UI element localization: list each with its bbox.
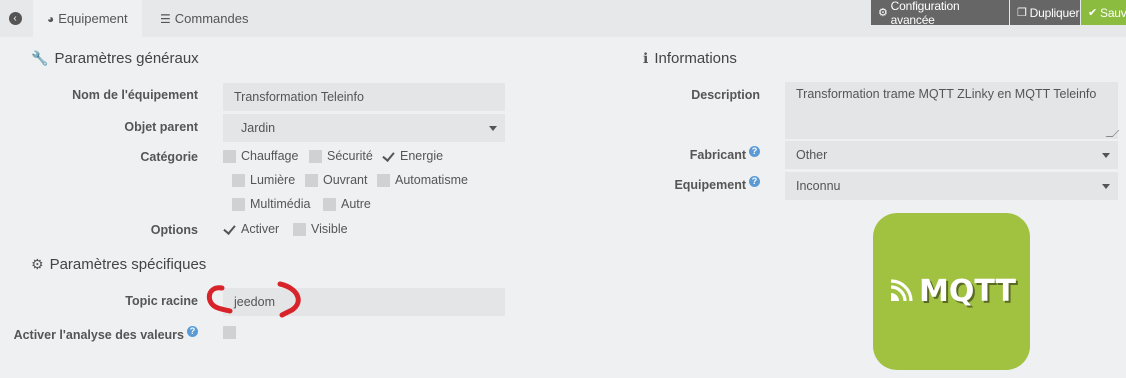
general-title-text: Paramètres généraux — [54, 50, 199, 67]
maker-select[interactable]: Other — [785, 141, 1118, 169]
specific-section-title: ⚙ Paramètres spécifiques — [31, 256, 206, 273]
checkbox[interactable] — [232, 197, 245, 211]
option-activer[interactable]: Activer — [223, 222, 279, 236]
help-icon[interactable]: ? — [749, 176, 760, 187]
description-field[interactable]: Transformation trame MQTT ZLinky en MQTT… — [785, 82, 1120, 139]
info-section-title: ℹ Informations — [643, 50, 737, 67]
checkbox[interactable] — [323, 197, 336, 211]
category-multimedia[interactable]: Multimédia — [232, 197, 310, 211]
advanced-config-label: Configuration avancée — [890, 0, 960, 27]
annotation-right-bracket — [277, 281, 301, 318]
help-icon[interactable]: ? — [187, 326, 198, 337]
description-label: Description — [691, 88, 760, 102]
checkbox[interactable] — [377, 173, 390, 187]
tab-label: Commandes — [174, 11, 249, 26]
analysis-checkbox[interactable] — [223, 326, 241, 339]
general-section-title: 🔧 Paramètres généraux — [31, 50, 199, 67]
category-energie[interactable]: Energie — [382, 149, 443, 163]
checkbox[interactable] — [305, 173, 318, 187]
category-securite[interactable]: Sécurité — [309, 149, 373, 163]
analysis-label: Activer l'analyse des valeurs? — [10, 326, 198, 342]
duplicate-label: Dupliquer — [1029, 5, 1080, 20]
mqtt-logo: MQTT — [873, 213, 1030, 370]
specific-title-text: Paramètres spécifiques — [49, 256, 207, 273]
parent-label: Objet parent — [124, 120, 198, 134]
equipment-label-text: Equipement — [674, 178, 746, 193]
checkbox-label: Energie — [400, 149, 444, 163]
checkbox-checked[interactable] — [223, 223, 236, 236]
description-value: Transformation trame MQTT ZLinky en MQTT… — [796, 87, 1097, 101]
checkbox-label: Multimédia — [250, 197, 311, 211]
checkbox[interactable] — [232, 173, 245, 187]
tab-equipement[interactable]: ◕ Equipement — [33, 0, 142, 37]
checkbox[interactable] — [223, 326, 236, 339]
arrow-left-icon: ‹ — [8, 12, 22, 25]
category-ouvrant[interactable]: Ouvrant — [305, 173, 367, 187]
gears-icon: ⚙ — [31, 256, 44, 272]
logo-text: MQTT — [919, 274, 1016, 309]
checkbox-checked[interactable] — [382, 150, 395, 163]
checkbox-label: Ouvrant — [323, 173, 368, 187]
equipment-select[interactable]: Inconnu — [785, 172, 1118, 200]
copy-icon: ❐ — [1017, 7, 1027, 19]
checkbox[interactable] — [309, 149, 322, 163]
checkbox-label: Chauffage — [241, 149, 299, 163]
category-label: Catégorie — [140, 150, 198, 164]
topic-label: Topic racine — [125, 294, 198, 308]
dashboard-icon: ◕ — [47, 11, 55, 26]
name-label: Nom de l'équipement — [72, 88, 198, 102]
gears-icon: ⚙ — [878, 7, 888, 19]
help-icon[interactable]: ? — [749, 146, 760, 157]
equipment-label: Equipement? — [600, 176, 760, 192]
checkbox-label: Visible — [311, 222, 348, 236]
resize-handle-icon[interactable] — [1105, 130, 1120, 137]
list-icon: ☰ — [160, 11, 171, 26]
annotation-brackets — [206, 281, 301, 318]
save-button[interactable]: ✔ Sauve — [1081, 0, 1126, 25]
checkbox-label: Sécurité — [327, 149, 373, 163]
save-label: Sauve — [1100, 5, 1126, 20]
top-bar: ‹ ◕ Equipement ☰ Commandes ⚙ Configurati… — [0, 0, 1126, 37]
back-button[interactable]: ‹ — [0, 0, 30, 37]
parent-value: Jardin — [241, 121, 276, 135]
tab-commandes[interactable]: ☰ Commandes — [146, 0, 262, 37]
check-circle-icon: ✔ — [1088, 7, 1098, 19]
category-automatisme[interactable]: Automatisme — [377, 173, 468, 187]
equipment-value: Inconnu — [796, 179, 841, 193]
parent-select[interactable]: Jardin — [223, 114, 505, 142]
wrench-icon: 🔧 — [31, 50, 49, 66]
checkbox[interactable] — [223, 149, 236, 163]
maker-label: Fabricant? — [600, 146, 760, 162]
tab-label: Equipement — [58, 11, 128, 26]
analysis-label-text: Activer l'analyse des valeurs — [13, 328, 184, 343]
signal-icon — [890, 278, 913, 301]
annotation-left-bracket — [206, 285, 233, 314]
category-chauffage[interactable]: Chauffage — [223, 149, 298, 163]
checkbox-label: Lumière — [250, 173, 296, 187]
chevron-down-icon — [1102, 153, 1110, 158]
duplicate-button[interactable]: ❐ Dupliquer — [1010, 0, 1080, 25]
name-value: Transformation Teleinfo — [234, 90, 364, 104]
category-lumiere[interactable]: Lumière — [232, 173, 295, 187]
info-title-text: Informations — [654, 50, 737, 67]
checkbox-label: Autre — [341, 197, 371, 211]
maker-label-text: Fabricant — [689, 148, 746, 163]
checkbox-label: Automatisme — [395, 173, 468, 187]
option-visible[interactable]: Visible — [293, 222, 348, 236]
chevron-down-icon — [489, 126, 497, 131]
checkbox-label: Activer — [241, 222, 280, 236]
checkbox[interactable] — [293, 222, 306, 236]
chevron-down-icon — [1102, 184, 1110, 189]
name-field[interactable]: Transformation Teleinfo — [223, 83, 505, 111]
advanced-config-button[interactable]: ⚙ Configuration avancée — [871, 0, 1009, 27]
info-icon: ℹ — [643, 50, 649, 66]
maker-value: Other — [796, 148, 828, 162]
category-autre[interactable]: Autre — [323, 197, 371, 211]
options-label: Options — [150, 223, 198, 237]
